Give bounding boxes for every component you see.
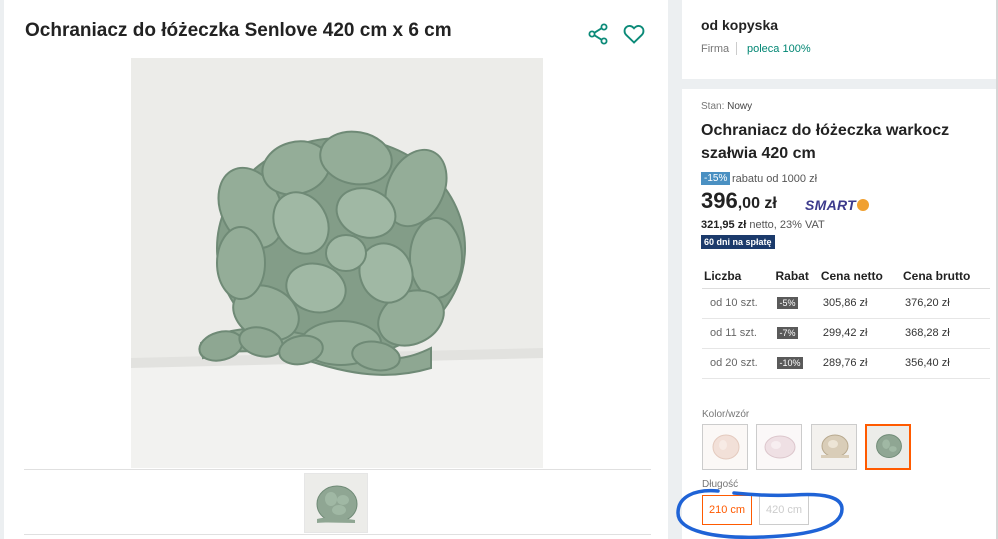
- gross-cell: 356,40 zł: [901, 348, 990, 379]
- length-option-420[interactable]: 420 cm: [759, 495, 809, 525]
- price: 396,00 zł: [701, 188, 777, 214]
- color-swatch-beige[interactable]: [811, 424, 857, 470]
- panel-edge: [0, 0, 4, 539]
- price-decimal: ,00 zł: [737, 195, 777, 212]
- length-label: Długość: [702, 479, 739, 490]
- swatch-image: [757, 425, 801, 469]
- braided-bumper-image: [131, 58, 543, 468]
- swatch-image: [812, 425, 856, 469]
- qty-cell: od 20 szt.: [702, 348, 774, 379]
- gallery-thumbnail[interactable]: [304, 473, 368, 533]
- share-icon[interactable]: [586, 22, 610, 46]
- discount-cell: -5%: [773, 288, 819, 319]
- gallery-bottom-divider: [24, 534, 651, 535]
- thumbnail-image: [305, 474, 367, 532]
- smart-pin-icon: [857, 199, 870, 211]
- length-option-210[interactable]: 210 cm: [702, 495, 752, 525]
- condition-value: Nowy: [727, 101, 753, 112]
- swatch-image: [703, 425, 747, 469]
- seller-name[interactable]: od kopyska: [701, 17, 778, 33]
- net-cell: 299,42 zł: [818, 318, 901, 349]
- color-swatch-peach[interactable]: [702, 424, 748, 470]
- seller-separator: [736, 42, 737, 55]
- seller-box: od kopyska Firma poleca 100%: [682, 0, 998, 79]
- product-main-image[interactable]: [131, 58, 543, 468]
- color-label: Kolor/wzór: [702, 409, 750, 420]
- net-price-text: netto, 23% VAT: [749, 219, 825, 231]
- discount-text: rabatu od 1000 zł: [732, 173, 818, 185]
- column-header: Rabat: [773, 264, 819, 289]
- seller-type: Firma: [701, 43, 730, 55]
- offer-title: Ochraniacz do łóżeczka warkocz szałwia 4…: [701, 122, 950, 162]
- net-price: 321,95 zł netto, 23% VAT: [701, 219, 825, 231]
- net-cell: 289,76 zł: [818, 348, 901, 379]
- discount-badge: -7%: [777, 327, 798, 339]
- product-title: Ochraniacz do łóżeczka Senlove 420 cm x …: [25, 20, 452, 41]
- qty-cell: od 11 szt.: [702, 318, 774, 349]
- pay-later-badge[interactable]: 60 dni na spłatę: [701, 235, 775, 249]
- qty-cell: od 10 szt.: [702, 288, 774, 319]
- offer-box: Stan: Nowy Ochraniacz do łóżeczka warkoc…: [682, 89, 998, 539]
- favorite-heart-icon[interactable]: [622, 22, 646, 46]
- item-condition: Stan: Nowy: [701, 101, 752, 112]
- discount-badge: -15%: [701, 172, 731, 185]
- net-cell: 305,86 zł: [818, 288, 901, 319]
- column-header: Cena netto: [818, 264, 901, 289]
- condition-label: Stan:: [701, 101, 725, 112]
- seller-recommendation[interactable]: poleca 100%: [747, 43, 811, 55]
- color-swatch-sage-selected[interactable]: [865, 424, 911, 470]
- column-header: Cena brutto: [901, 264, 990, 289]
- swatch-image: [867, 426, 909, 468]
- gross-cell: 368,28 zł: [901, 318, 990, 349]
- smart-badge[interactable]: SMART: [805, 197, 870, 213]
- net-price-value: 321,95 zł: [701, 219, 747, 231]
- discount-cell: -10%: [773, 348, 819, 379]
- table-header-row: Liczba Rabat Cena netto Cena brutto: [702, 264, 990, 289]
- quantity-discount-table: Liczba Rabat Cena netto Cena brutto od 1…: [702, 264, 990, 379]
- discount-cell: -7%: [773, 318, 819, 349]
- gross-cell: 376,20 zł: [901, 288, 990, 319]
- column-header: Liczba: [702, 264, 774, 289]
- price-main: 396: [701, 188, 738, 213]
- discount-badge: -5%: [777, 297, 798, 309]
- product-gallery-panel: Ochraniacz do łóżeczka Senlove 420 cm x …: [0, 0, 668, 539]
- table-row: od 10 szt. -5% 305,86 zł 376,20 zł: [702, 288, 990, 319]
- discount-badge: -10%: [777, 357, 803, 369]
- smart-label: SMART: [805, 197, 857, 213]
- table-row: od 11 szt. -7% 299,42 zł 368,28 zł: [702, 318, 990, 349]
- table-row: od 20 szt. -10% 289,76 zł 356,40 zł: [702, 348, 990, 379]
- gallery-divider: [24, 469, 651, 470]
- color-swatch-pink[interactable]: [756, 424, 802, 470]
